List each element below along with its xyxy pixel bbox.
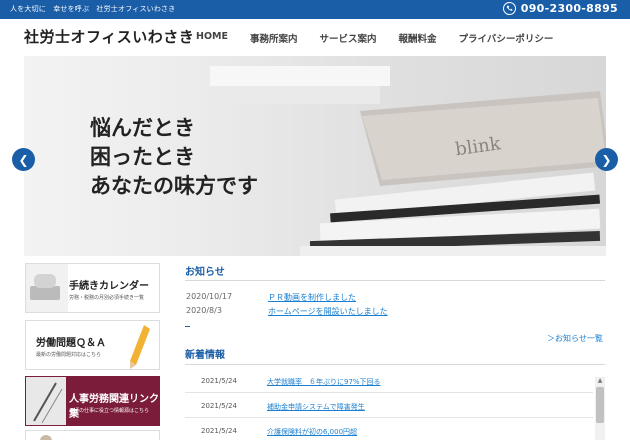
list-item: 2020/10/17 ＰＲ動画を制作しました [186,292,356,303]
nav-fees[interactable]: 報酬料金 [399,31,437,45]
top-bar: 人を大切に 幸せを呼ぶ 社労士オフィスいわさき 090-2300-8895 [0,0,630,19]
banner-title: 人事労務関連リンク集 [69,394,159,420]
latest-date: 2021/5/24 [201,377,237,385]
banner-subtitle: 日頃の仕事に役立つ情報源はこちら [69,408,150,414]
banner-subtitle: 労務・税務の月別必須手続き一覧 [69,295,145,301]
person-icon [40,435,52,440]
nav-office[interactable]: 事務所案内 [250,31,298,45]
latest-link[interactable]: 大学就職率 ６年ぶりに97%下回る [267,377,381,387]
chevron-left-icon: ❮ [18,152,29,167]
phone-link[interactable]: 090-2300-8895 [502,2,618,15]
notices-heading: お知らせ [185,267,225,278]
notice-date: 2020/8/3 [186,306,222,315]
phone-number: 090-2300-8895 [520,2,618,15]
latest-link[interactable]: 補助金申請システムで障害発生 [267,402,365,412]
list-item: 2021/5/24 介護保険料が初の6,000円超 [201,427,357,437]
hero-line-2: 困ったとき [90,145,195,169]
latest-date: 2021/5/24 [201,402,237,410]
site-header: 社労士オフィスいわさき HOME 事務所案内 サービス案内 報酬料金 プライバシ… [0,19,630,56]
scroll-up-icon[interactable]: ▲ [596,377,604,385]
hero-catchcopy: 悩んだとき 困ったとき あなたの味方です [90,114,258,201]
notice-link[interactable]: ホームページを開設いたしました [268,306,388,317]
tagline: 人を大切に 幸せを呼ぶ 社労士オフィスいわさき [10,5,176,13]
banner-title: 手続きカレンダー [69,281,149,292]
banner-subtitle: 最新の労働問題対応はこちら [36,352,102,358]
latest-heading: 新着情報 [185,350,225,361]
hero-line-1: 悩んだとき [90,116,195,140]
nav-home[interactable]: HOME [196,31,228,45]
nav-services[interactable]: サービス案内 [320,31,377,45]
hero-line-3: あなたの味方です [90,174,258,198]
banner-labor-qa[interactable]: 労働問題Ｑ＆Ａ 最新の労働問題対応はこちら [25,320,160,370]
phone-icon [502,2,516,15]
banner-title: 労働問題Ｑ＆Ａ [36,338,106,349]
main-nav: HOME 事務所案内 サービス案内 報酬料金 プライバシーポリシー [196,31,575,45]
site-logo[interactable]: 社労士オフィスいわさき [24,26,194,47]
nav-privacy[interactable]: プライバシーポリシー [459,31,554,45]
banner-partial[interactable] [25,430,160,440]
notices-more-link[interactable]: ＞お知らせ一覧 [547,333,603,344]
slider-next-button[interactable]: ❯ [595,148,618,171]
chevron-right-icon: ❯ [601,152,612,167]
notice-link[interactable]: ＰＲ動画を制作しました [268,292,356,303]
hero-slider: blink 悩んだとき 困ったとき あなたの味方です [0,56,630,256]
latest-news-box: 2021/5/24 大学就職率 ６年ぶりに97%下回る 2021/5/24 補助… [185,370,605,440]
banner-procedure-calendar[interactable]: 手続きカレンダー 労務・税務の月別必須手続き一覧 [25,263,160,313]
pen-icon [26,377,66,425]
latest-scrollbar[interactable]: ▲ [595,377,605,440]
list-item: 2020/8/3 ホームページを開設いたしました [186,306,388,317]
list-item: 2021/5/24 大学就職率 ６年ぶりに97%下回る [201,377,381,387]
latest-link[interactable]: 介護保険料が初の6,000円超 [267,427,357,437]
slider-prev-button[interactable]: ❮ [12,148,35,171]
calendar-stamp-icon [26,264,68,312]
banner-hr-links[interactable]: 人事労務関連リンク集 日頃の仕事に役立つ情報源はこちら [25,376,160,426]
scroll-thumb[interactable] [596,387,604,423]
notice-date: 2020/10/17 [186,292,233,301]
latest-date: 2021/5/24 [201,427,237,435]
list-item: 2021/5/24 補助金申請システムで障害発生 [201,402,365,412]
